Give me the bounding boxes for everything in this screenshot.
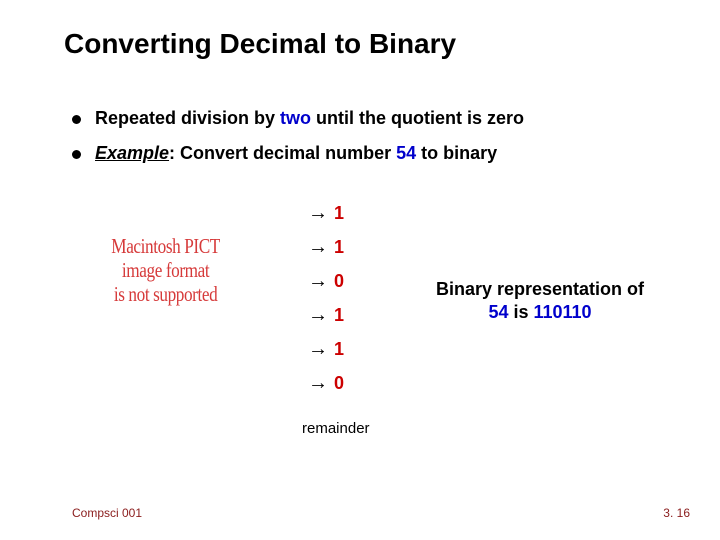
pict-line: is not supported — [100, 282, 231, 306]
example-number: 54 — [396, 143, 416, 163]
bullet-item: Example: Convert decimal number 54 to bi… — [72, 143, 524, 164]
slide: Converting Decimal to Binary Repeated di… — [0, 0, 720, 540]
text-fragment: : Convert decimal number — [169, 143, 396, 163]
remainder-row: → 1 — [308, 230, 350, 264]
bullet-item: Repeated division by two until the quoti… — [72, 108, 524, 129]
caption-line: Binary representation of — [420, 278, 660, 301]
remainder-row: → 0 — [308, 366, 350, 400]
source-number: 54 — [488, 302, 508, 322]
remainder-row: → 0 — [308, 264, 350, 298]
remainder-value: 1 — [334, 237, 350, 258]
emph-two: two — [280, 108, 311, 128]
binary-representation-caption: Binary representation of 54 is 110110 — [420, 278, 660, 323]
text-fragment: Repeated division by — [95, 108, 280, 128]
text-fragment: is — [508, 302, 533, 322]
missing-pict-placeholder: Macintosh PICT image format is not suppo… — [100, 234, 231, 306]
text-fragment: to binary — [416, 143, 497, 163]
example-word: Example — [95, 143, 169, 163]
footer-page-number: 3. 16 — [663, 506, 690, 520]
arrow-icon: → — [308, 304, 334, 327]
remainder-column: → 1 → 1 → 0 → 1 → 1 → 0 — [308, 196, 350, 400]
remainder-value: 0 — [334, 271, 350, 292]
remainder-value: 1 — [334, 305, 350, 326]
bullet-text: Example: Convert decimal number 54 to bi… — [95, 143, 497, 164]
remainder-value: 1 — [334, 203, 350, 224]
bullet-dot-icon — [72, 150, 81, 159]
remainder-label: remainder — [302, 420, 370, 437]
slide-title: Converting Decimal to Binary — [64, 28, 456, 60]
remainder-row: → 1 — [308, 196, 350, 230]
text-fragment: until the quotient is zero — [311, 108, 524, 128]
pict-line: image format — [100, 258, 231, 282]
pict-line: Macintosh PICT — [100, 234, 231, 258]
remainder-value: 0 — [334, 373, 350, 394]
bullet-text: Repeated division by two until the quoti… — [95, 108, 524, 129]
remainder-row: → 1 — [308, 298, 350, 332]
binary-value: 110110 — [533, 302, 591, 322]
remainder-value: 1 — [334, 339, 350, 360]
bullet-dot-icon — [72, 115, 81, 124]
arrow-icon: → — [308, 270, 334, 293]
arrow-icon: → — [308, 372, 334, 395]
arrow-icon: → — [308, 338, 334, 361]
arrow-icon: → — [308, 202, 334, 225]
caption-line: 54 is 110110 — [420, 301, 660, 324]
bullet-list: Repeated division by two until the quoti… — [72, 108, 524, 178]
footer-course: Compsci 001 — [72, 506, 142, 520]
remainder-row: → 1 — [308, 332, 350, 366]
arrow-icon: → — [308, 236, 334, 259]
